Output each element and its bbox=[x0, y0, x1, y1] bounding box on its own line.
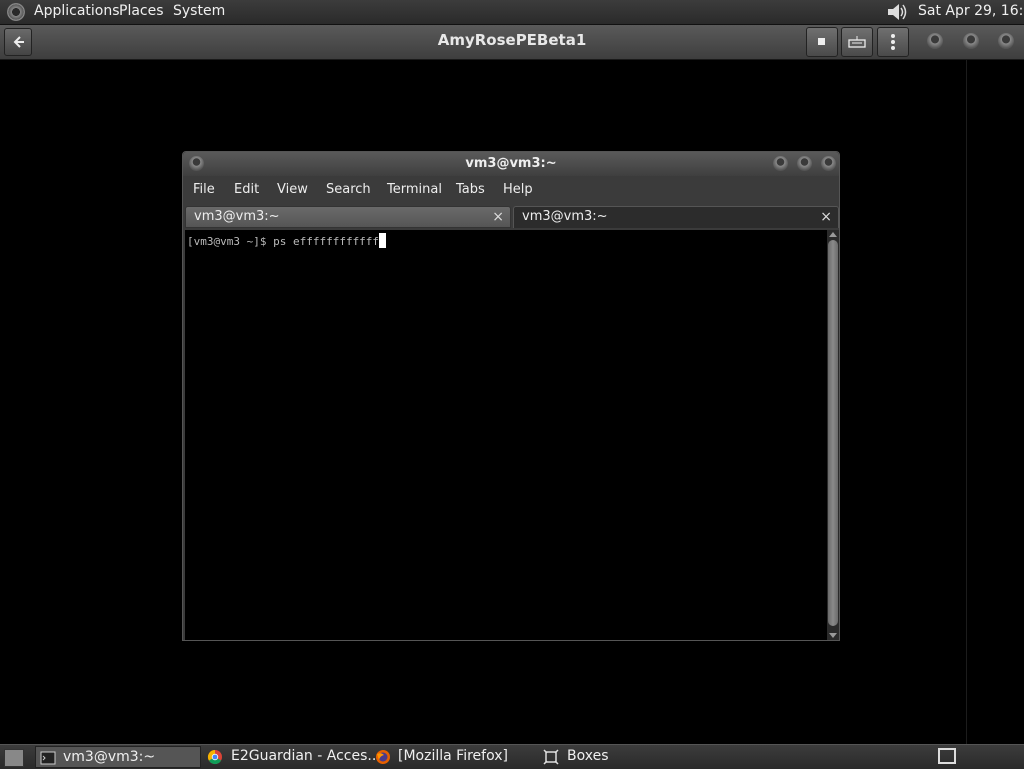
tab-label: vm3@vm3:~ bbox=[194, 209, 280, 224]
terminal-menubar: File Edit View Search Terminal Tabs Help bbox=[183, 178, 839, 202]
show-workspace-icon[interactable] bbox=[4, 749, 24, 767]
taskbar-label: [Mozilla Firefox] bbox=[398, 748, 508, 764]
maximize-icon[interactable] bbox=[963, 33, 979, 49]
taskbar-item-chrome[interactable]: E2Guardian - Acces... bbox=[203, 746, 381, 768]
menu-edit[interactable]: Edit bbox=[234, 182, 259, 197]
prompt-line: [vm3@vm3 ~]$ ps effffffffffff bbox=[187, 233, 387, 248]
applications-menu[interactable]: Applications bbox=[34, 3, 120, 19]
window-list-icon[interactable] bbox=[938, 748, 956, 764]
keyboard-icon bbox=[848, 36, 866, 48]
scroll-up-icon[interactable] bbox=[829, 232, 837, 237]
scroll-thumb[interactable] bbox=[828, 240, 838, 626]
taskbar-item-terminal[interactable]: vm3@vm3:~ bbox=[35, 746, 201, 768]
menu-search[interactable]: Search bbox=[326, 182, 371, 197]
terminal-tabbar: vm3@vm3:~ × vm3@vm3:~ × bbox=[183, 206, 839, 230]
terminal-close-icon[interactable] bbox=[821, 156, 836, 171]
tab-label: vm3@vm3:~ bbox=[522, 209, 608, 224]
tab-close-icon[interactable]: × bbox=[492, 209, 504, 225]
terminal-tab-1[interactable]: vm3@vm3:~ × bbox=[185, 206, 511, 228]
taskbar-label: Boxes bbox=[567, 748, 609, 764]
top-panel: Applications Places System Sat Apr 29, 1… bbox=[0, 0, 1024, 25]
terminal-title: vm3@vm3:~ bbox=[465, 156, 557, 171]
prompt-text: [vm3@vm3 ~]$ ps effffffffffff bbox=[187, 235, 380, 248]
taskbar-item-boxes[interactable]: Boxes bbox=[539, 746, 705, 768]
boxes-icon bbox=[543, 749, 559, 765]
system-menu[interactable]: System bbox=[173, 3, 225, 19]
more-menu-button[interactable] bbox=[877, 27, 909, 57]
menu-tabs[interactable]: Tabs bbox=[456, 182, 485, 197]
terminal-minimize-icon[interactable] bbox=[773, 156, 788, 171]
scroll-down-icon[interactable] bbox=[829, 633, 837, 638]
terminal-output[interactable]: [vm3@vm3 ~]$ ps effffffffffff bbox=[185, 230, 827, 640]
close-icon[interactable] bbox=[998, 33, 1014, 49]
taskbar-label: vm3@vm3:~ bbox=[63, 749, 156, 765]
menu-help[interactable]: Help bbox=[503, 182, 533, 197]
terminal-maximize-icon[interactable] bbox=[797, 156, 812, 171]
terminal-icon bbox=[40, 751, 56, 765]
divider bbox=[966, 60, 967, 744]
terminal-window: vm3@vm3:~ File Edit View Search Terminal… bbox=[182, 151, 840, 641]
menu-file[interactable]: File bbox=[193, 182, 215, 197]
clock[interactable]: Sat Apr 29, 16:32 bbox=[918, 3, 1024, 19]
menu-view[interactable]: View bbox=[277, 182, 308, 197]
menu-terminal[interactable]: Terminal bbox=[387, 182, 442, 197]
volume-icon[interactable] bbox=[886, 2, 908, 22]
bottom-panel: vm3@vm3:~ E2Guardian - Acces... [Mozilla… bbox=[0, 744, 1024, 769]
taskbar-label: E2Guardian - Acces... bbox=[231, 748, 381, 764]
terminal-tab-2[interactable]: vm3@vm3:~ × bbox=[513, 206, 839, 228]
kebab-menu-icon bbox=[891, 34, 895, 50]
tab-close-icon[interactable]: × bbox=[820, 209, 832, 225]
stop-button[interactable] bbox=[806, 27, 838, 57]
keyboard-button[interactable] bbox=[841, 27, 873, 57]
terminal-scrollbar[interactable] bbox=[827, 230, 839, 640]
chrome-icon bbox=[207, 749, 222, 765]
distro-logo-icon[interactable] bbox=[7, 3, 25, 21]
text-cursor bbox=[379, 233, 387, 248]
remote-viewer-toolbar: AmyRosePEBeta1 bbox=[0, 25, 1024, 60]
firefox-icon bbox=[376, 750, 390, 764]
places-menu[interactable]: Places bbox=[119, 3, 164, 19]
terminal-titlebar[interactable]: vm3@vm3:~ bbox=[183, 152, 839, 176]
stop-icon bbox=[818, 38, 825, 45]
minimize-icon[interactable] bbox=[927, 33, 943, 49]
taskbar-item-firefox[interactable]: [Mozilla Firefox] bbox=[371, 746, 537, 768]
